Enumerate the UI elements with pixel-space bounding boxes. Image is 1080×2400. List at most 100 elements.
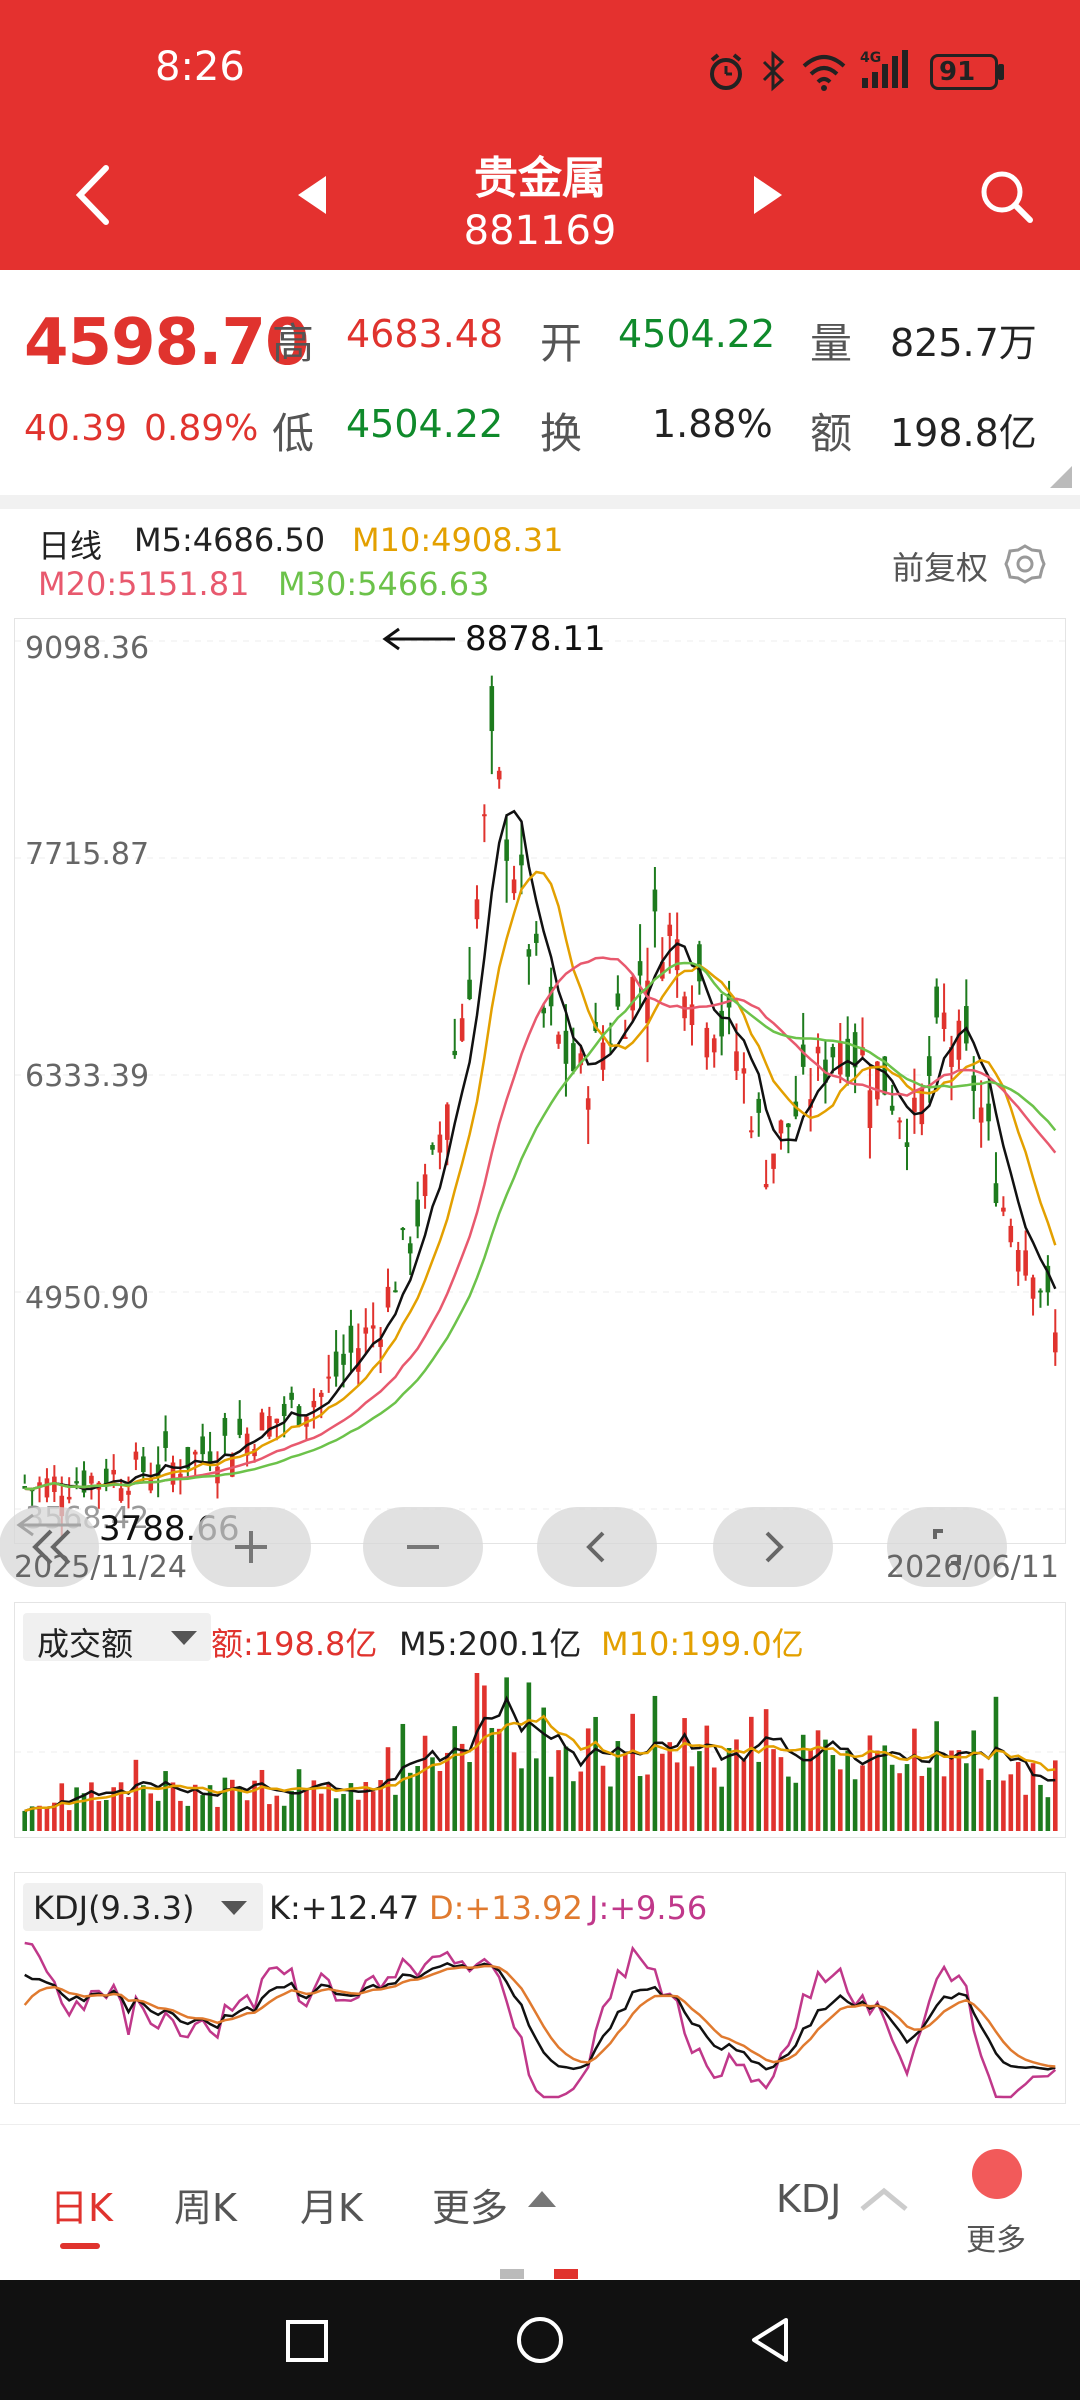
volume-bar — [155, 1800, 161, 1831]
expand-corner-icon[interactable] — [1050, 466, 1072, 488]
candle-body — [652, 889, 658, 912]
tab-day-underline — [60, 2243, 100, 2249]
amount-label: 额 — [810, 409, 853, 458]
volume-bar — [400, 1723, 406, 1831]
plus-icon — [235, 1531, 267, 1563]
volume-bar — [259, 1769, 265, 1831]
battery-level: 91 — [939, 57, 976, 87]
candle-body — [800, 1044, 806, 1067]
scroll-right-button[interactable] — [713, 1507, 833, 1587]
candle-body — [415, 1199, 420, 1227]
candle-body — [600, 1042, 606, 1070]
volume-bar — [934, 1721, 939, 1831]
kline-chart[interactable]: 9098.36 7715.87 6333.39 4950.90 3568.42 … — [0, 618, 1066, 1587]
volume-bar — [904, 1764, 910, 1831]
status-bar: 8:26 4G 91 — [0, 0, 1080, 120]
home-icon[interactable] — [514, 2314, 566, 2366]
ma5-line — [24, 809, 1057, 1491]
search-button[interactable] — [976, 166, 1036, 226]
recents-icon[interactable] — [282, 2316, 332, 2366]
zoom-out-button[interactable] — [363, 1507, 483, 1587]
kdj-d-line — [23, 1964, 1056, 2068]
ma30-value: M30:5466.63 — [278, 565, 490, 603]
candle-body — [1008, 1225, 1014, 1243]
candle-body — [926, 1056, 932, 1076]
alarm-icon — [710, 53, 742, 90]
candle-body — [237, 1418, 243, 1435]
candle-body — [348, 1325, 354, 1353]
tab-day-k[interactable]: 日K — [50, 2177, 113, 2232]
next-stock-button[interactable] — [748, 170, 788, 220]
volume-bar — [571, 1781, 576, 1831]
candle-body — [192, 1451, 198, 1455]
chevron-up-icon[interactable] — [856, 2185, 912, 2215]
volume-bar — [393, 1794, 398, 1831]
back-icon[interactable] — [746, 2314, 796, 2366]
candle-body — [941, 1012, 947, 1029]
more-dot-icon[interactable] — [972, 2149, 1022, 2199]
volume-bar — [267, 1804, 272, 1831]
candle-body — [326, 1376, 331, 1379]
volume-bar — [22, 1810, 28, 1831]
candle-body — [786, 1123, 791, 1128]
bluetooth-icon — [762, 50, 785, 92]
volume-bar — [1045, 1797, 1051, 1831]
volume-bar — [608, 1786, 613, 1831]
kdj-svg — [23, 1941, 1057, 2099]
candle-body — [111, 1469, 116, 1475]
ma20-line — [24, 956, 1057, 1491]
tab-more[interactable]: 更多 — [432, 2177, 508, 2232]
tab-month-k[interactable]: 月K — [300, 2177, 363, 2232]
candle-body — [519, 854, 524, 866]
volume-bar — [593, 1716, 598, 1831]
system-nav-bar — [0, 2280, 1080, 2400]
volume-bar — [726, 1748, 732, 1831]
volume-bar — [237, 1786, 243, 1831]
prev-stock-button[interactable] — [292, 170, 332, 220]
candle-body — [489, 686, 495, 732]
candle-body — [637, 961, 643, 976]
more-right-label[interactable]: 更多 — [966, 2215, 1026, 2259]
candle-body — [445, 1104, 450, 1140]
candle-body — [511, 879, 517, 894]
volume-bar — [341, 1793, 346, 1831]
volume-bar — [778, 1757, 784, 1831]
volume-bar — [949, 1750, 954, 1831]
tab-indicator[interactable]: KDJ — [776, 2177, 841, 2221]
gear-icon[interactable] — [1004, 543, 1046, 585]
volume-bar — [541, 1707, 547, 1831]
adjust-mode[interactable]: 前复权 — [892, 543, 988, 589]
candle-body — [333, 1351, 339, 1377]
kline-svg — [15, 640, 1065, 1536]
volume-bar — [697, 1751, 702, 1831]
candle-body — [259, 1412, 265, 1431]
volume-bar — [978, 1768, 984, 1831]
volume-bar — [304, 1787, 309, 1831]
volume-bar — [385, 1747, 391, 1831]
back-button[interactable] — [68, 160, 118, 230]
y-tick-3: 6333.39 — [25, 1059, 150, 1094]
candle-body — [452, 1050, 458, 1056]
volume-bar — [1038, 1784, 1043, 1831]
scroll-left-button[interactable] — [537, 1507, 657, 1587]
volume-bar — [719, 1786, 724, 1831]
candle-body — [311, 1400, 317, 1408]
volume-bar — [889, 1764, 895, 1831]
volume-bar — [96, 1801, 102, 1831]
volume-bar — [578, 1771, 584, 1831]
volume-bar — [837, 1769, 843, 1831]
volume-bar — [741, 1760, 747, 1831]
volume-bar — [1015, 1762, 1021, 1831]
volume-bar — [200, 1795, 205, 1831]
quote-panel: 4598.70 40.39 0.89% 高 4683.48 低 4504.22 … — [0, 270, 1080, 495]
candle-body — [274, 1418, 280, 1423]
volume-bar — [1001, 1780, 1006, 1831]
volume-bar — [281, 1805, 287, 1831]
turnover-label: 换 — [540, 409, 583, 458]
zoom-in-button[interactable] — [191, 1507, 311, 1587]
volume-value: 825.7万 — [890, 321, 1037, 365]
volume-bar — [926, 1767, 932, 1831]
tab-week-k[interactable]: 周K — [174, 2177, 237, 2232]
volume-bar — [333, 1798, 339, 1831]
volume-bar — [964, 1763, 969, 1831]
